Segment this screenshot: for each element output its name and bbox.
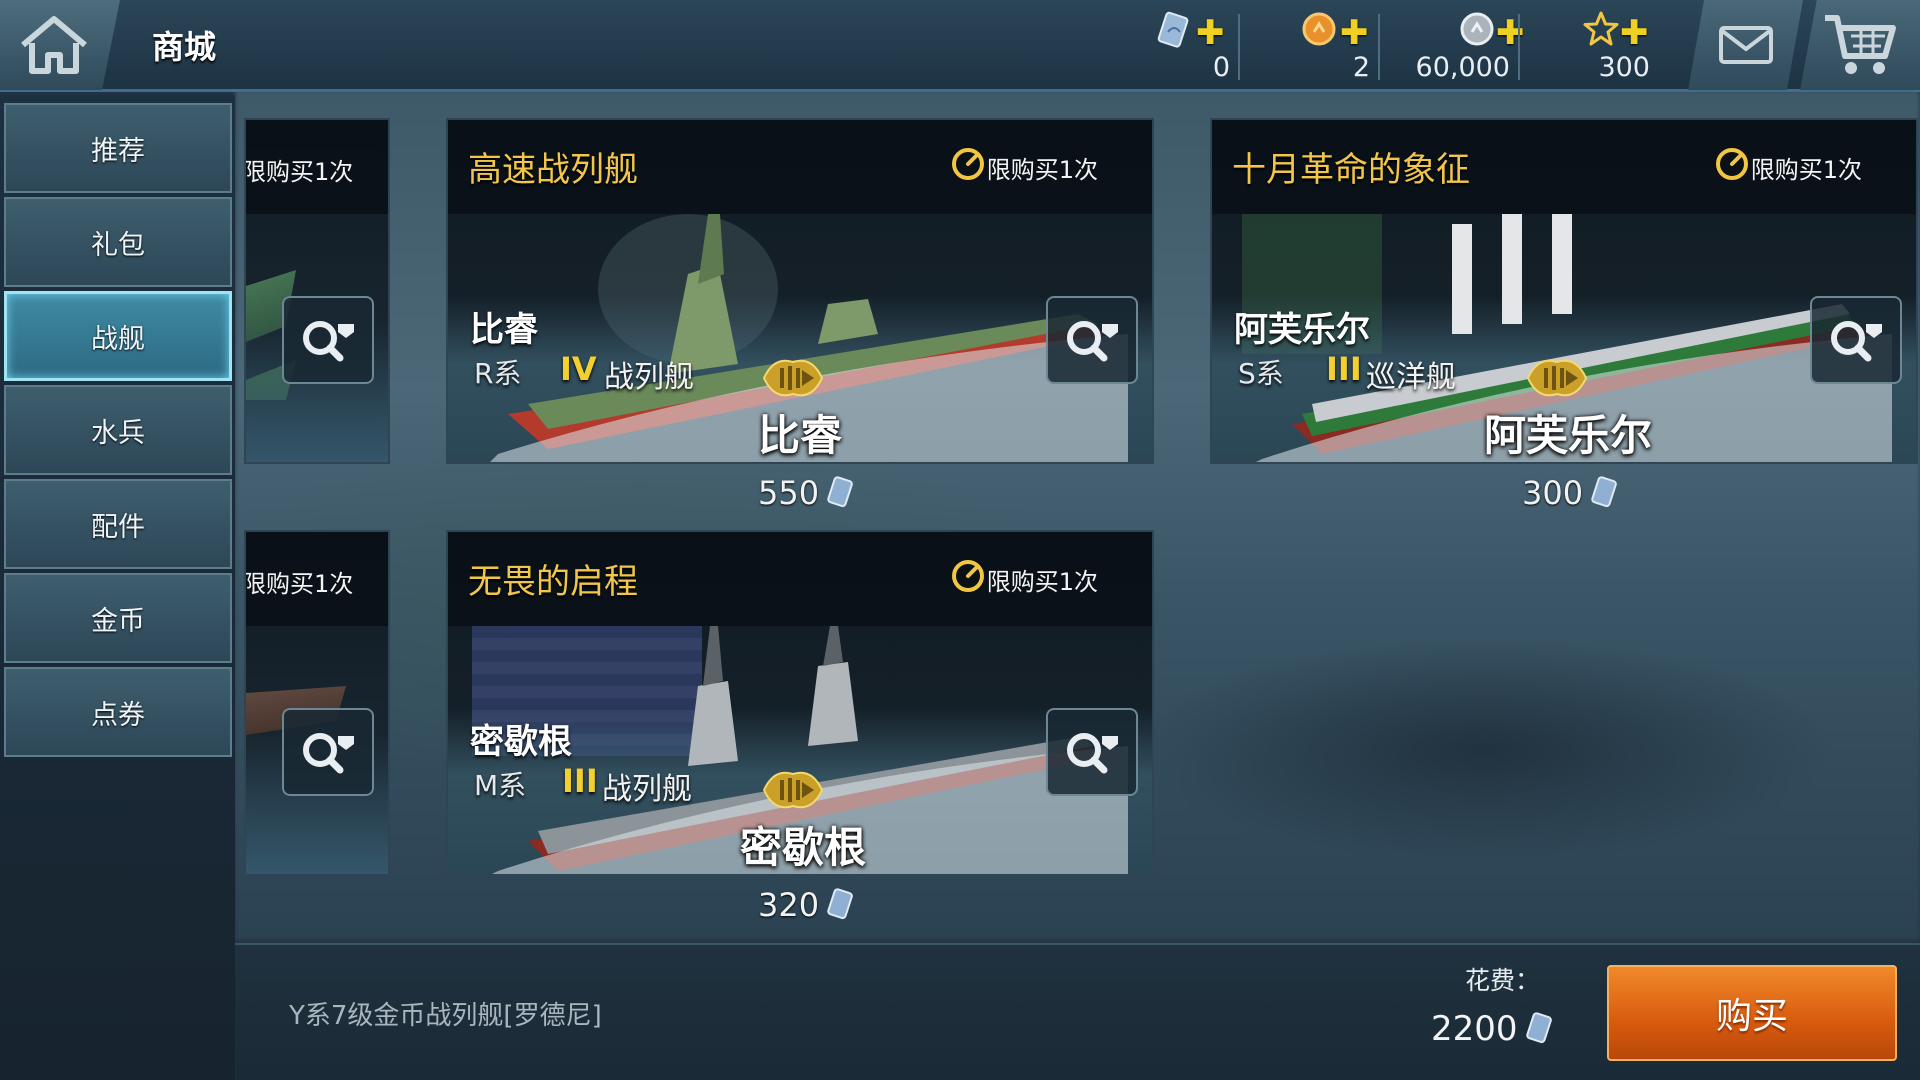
card-title: 十月革命的象征 — [1232, 150, 1470, 190]
sidebar: 推荐 礼包 战舰 水兵 配件 金币 点券 — [0, 95, 235, 1080]
magnifier-icon — [303, 733, 354, 774]
card-price: 320 — [758, 886, 857, 924]
gold-coin-icon — [1302, 12, 1336, 46]
ship-series: M系 — [474, 769, 527, 802]
top-bar: 商城 ✚ 0 ✚ 2 ✚ 60,000 ✚ 300 — [0, 0, 1920, 92]
sidebar-item-vouchers[interactable]: 点券 — [4, 667, 232, 757]
currency-star[interactable]: ✚ 300 — [1520, 6, 1650, 86]
voucher-icon — [1525, 1012, 1552, 1044]
voucher-icon — [1591, 476, 1617, 508]
ship-name-title: 密歇根 — [740, 823, 867, 872]
purchase-limit: 限购买1次 — [1750, 156, 1862, 184]
buy-button-label: 购买 — [1715, 996, 1788, 1037]
timer-icon — [1716, 148, 1748, 180]
ship-name-title: 比睿 — [758, 411, 843, 460]
ship-tier: III — [1326, 350, 1362, 388]
magnifier-icon — [303, 321, 354, 362]
sidebar-item-label: 战舰 — [91, 323, 145, 355]
currency-silver[interactable]: ✚ 60,000 — [1380, 6, 1525, 86]
purchase-limit: 限购买1次 — [244, 158, 354, 186]
silver-coin-icon — [1460, 12, 1494, 46]
magnifier-icon — [1067, 321, 1118, 362]
zoom-button[interactable] — [282, 708, 374, 796]
ship-series: S系 — [1238, 357, 1284, 390]
sidebar-item-label: 水兵 — [91, 417, 145, 449]
cart-button[interactable] — [1800, 0, 1920, 90]
zoom-button[interactable] — [1046, 296, 1138, 384]
ship-name-label: 比睿 — [470, 310, 538, 350]
sidebar-item-label: 金币 — [91, 605, 145, 637]
price-value: 300 — [1522, 474, 1584, 512]
home-button[interactable] — [0, 0, 120, 90]
buy-button[interactable]: 购买 — [1607, 965, 1897, 1061]
magnifier-icon — [1067, 733, 1118, 774]
card-title: 高速战列舰 — [468, 150, 638, 190]
currency-value: 300 — [1598, 52, 1650, 83]
currency-value: 2 — [1352, 52, 1370, 83]
partial-card[interactable]: 限购买1次 — [244, 118, 390, 464]
tier-emblem-icon — [1526, 359, 1588, 397]
add-voucher-icon[interactable]: ✚ — [1196, 16, 1225, 50]
home-icon — [21, 16, 87, 74]
zoom-button[interactable] — [1046, 708, 1138, 796]
add-star-icon[interactable]: ✚ — [1620, 16, 1649, 50]
voucher-icon — [827, 476, 853, 508]
ship-card[interactable]: 无畏的启程 限购买1次 密歇根 M系 III 战列舰 密歇根 — [446, 530, 1154, 876]
timer-icon — [952, 560, 984, 592]
mail-button[interactable] — [1688, 0, 1803, 90]
timer-icon — [952, 148, 984, 180]
partial-card[interactable]: 限购买1次 — [244, 530, 390, 876]
card-title: 无畏的启程 — [468, 562, 638, 602]
sidebar-item-label: 点券 — [91, 699, 145, 731]
sidebar-item-warships[interactable]: 战舰 — [4, 291, 232, 381]
currency-gold[interactable]: ✚ 2 — [1240, 6, 1370, 86]
purchase-limit: 限购买1次 — [244, 570, 354, 598]
currency-value: 0 — [1212, 52, 1230, 83]
price-value: 320 — [758, 886, 820, 924]
card-price: 550 — [758, 474, 857, 512]
cart-icon — [1825, 15, 1896, 74]
ship-tier: III — [562, 762, 598, 800]
bottom-bar: Y系7级金币战列舰[罗德尼] 花费： 2200 购买 — [235, 943, 1920, 1080]
voucher-icon — [1157, 11, 1189, 48]
ship-series: R系 — [474, 357, 522, 390]
star-icon — [1583, 11, 1619, 46]
ship-card[interactable]: 十月革命的象征 限购买1次 阿芙乐尔 S系 III 巡洋舰 阿芙乐尔 — [1210, 118, 1918, 464]
ship-name-label: 密歇根 — [470, 722, 572, 762]
ship-card[interactable]: 高速战列舰 限购买1次 比睿 R系 IV 战列舰 比睿 — [446, 118, 1154, 464]
cost-value: 2200 — [1431, 1009, 1556, 1049]
purchase-limit: 限购买1次 — [986, 568, 1098, 596]
tier-emblem-icon — [762, 771, 824, 809]
currency-voucher[interactable]: ✚ 0 — [1100, 6, 1230, 86]
voucher-icon — [827, 888, 853, 920]
ship-tier: IV — [560, 350, 597, 388]
item-description: Y系7级金币战列舰[罗德尼] — [289, 1001, 602, 1031]
price-value: 550 — [758, 474, 820, 512]
tier-emblem-icon — [762, 359, 824, 397]
ship-name-title: 阿芙乐尔 — [1484, 411, 1653, 460]
sidebar-item-gift-pack[interactable]: 礼包 — [4, 197, 232, 287]
sidebar-item-sailors[interactable]: 水兵 — [4, 385, 232, 475]
ship-type: 战列舰 — [604, 360, 694, 395]
cost-label: 花费： — [1465, 966, 1541, 995]
page-title: 商城 — [152, 28, 217, 66]
sidebar-item-gold[interactable]: 金币 — [4, 573, 232, 663]
currency-value: 60,000 — [1415, 52, 1510, 83]
sidebar-item-label: 推荐 — [91, 135, 145, 167]
sidebar-item-recommend[interactable]: 推荐 — [4, 103, 232, 193]
sidebar-item-parts[interactable]: 配件 — [4, 479, 232, 569]
purchase-limit: 限购买1次 — [986, 156, 1098, 184]
add-gold-icon[interactable]: ✚ — [1340, 16, 1369, 50]
sidebar-item-label: 礼包 — [91, 229, 145, 261]
mail-icon — [1718, 26, 1773, 64]
ship-type: 战列舰 — [602, 772, 692, 807]
sidebar-item-label: 配件 — [91, 511, 145, 543]
card-price: 300 — [1522, 474, 1621, 512]
magnifier-icon — [1831, 321, 1882, 362]
ship-type: 巡洋舰 — [1366, 360, 1456, 395]
cost-amount: 2200 — [1431, 1009, 1518, 1049]
zoom-button[interactable] — [282, 296, 374, 384]
zoom-button[interactable] — [1810, 296, 1902, 384]
ship-name-label: 阿芙乐尔 — [1234, 310, 1370, 350]
